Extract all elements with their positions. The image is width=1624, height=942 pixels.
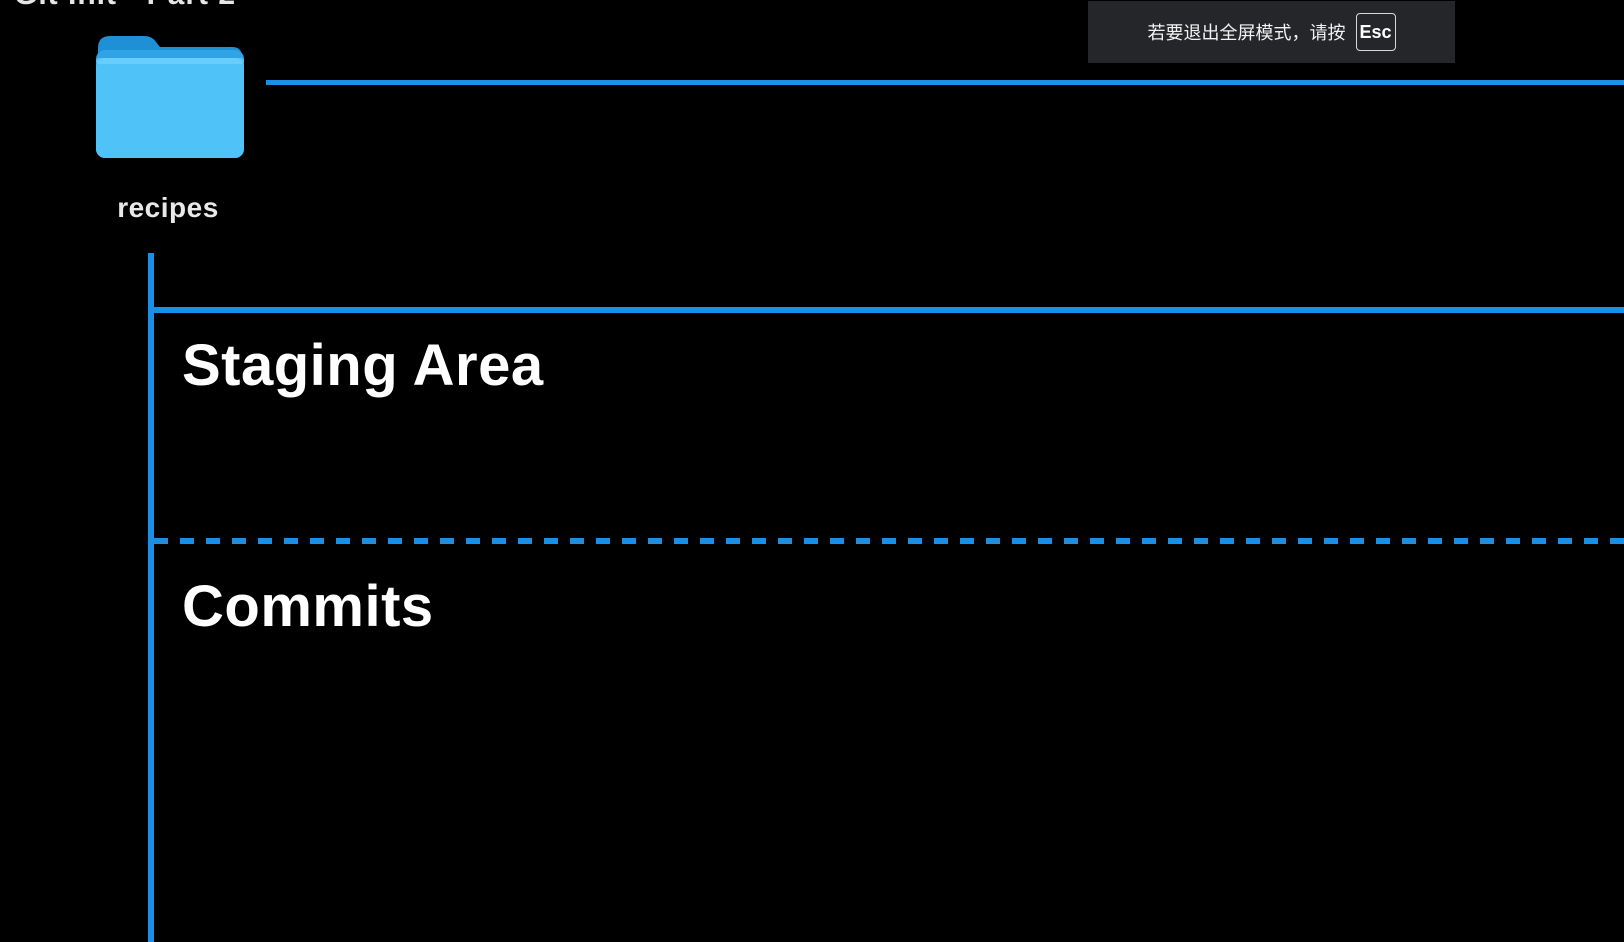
fullscreen-exit-banner: 若要退出全屏模式，请按 Esc <box>1088 1 1455 63</box>
slide-top-cut-title: Git Init - Part 2 <box>14 0 236 12</box>
esc-key-badge: Esc <box>1355 13 1396 51</box>
repository-vertical-line <box>148 253 154 942</box>
commits-divider-dashed-line <box>154 538 1624 544</box>
folder-label: recipes <box>117 192 219 223</box>
commits-title: Commits <box>182 574 434 639</box>
folder-icon <box>96 32 244 158</box>
fullscreen-exit-message: 若要退出全屏模式，请按 <box>1147 23 1346 44</box>
staging-area-line <box>148 307 1624 313</box>
working-directory-line <box>266 80 1624 85</box>
staging-area-title: Staging Area <box>182 333 544 398</box>
